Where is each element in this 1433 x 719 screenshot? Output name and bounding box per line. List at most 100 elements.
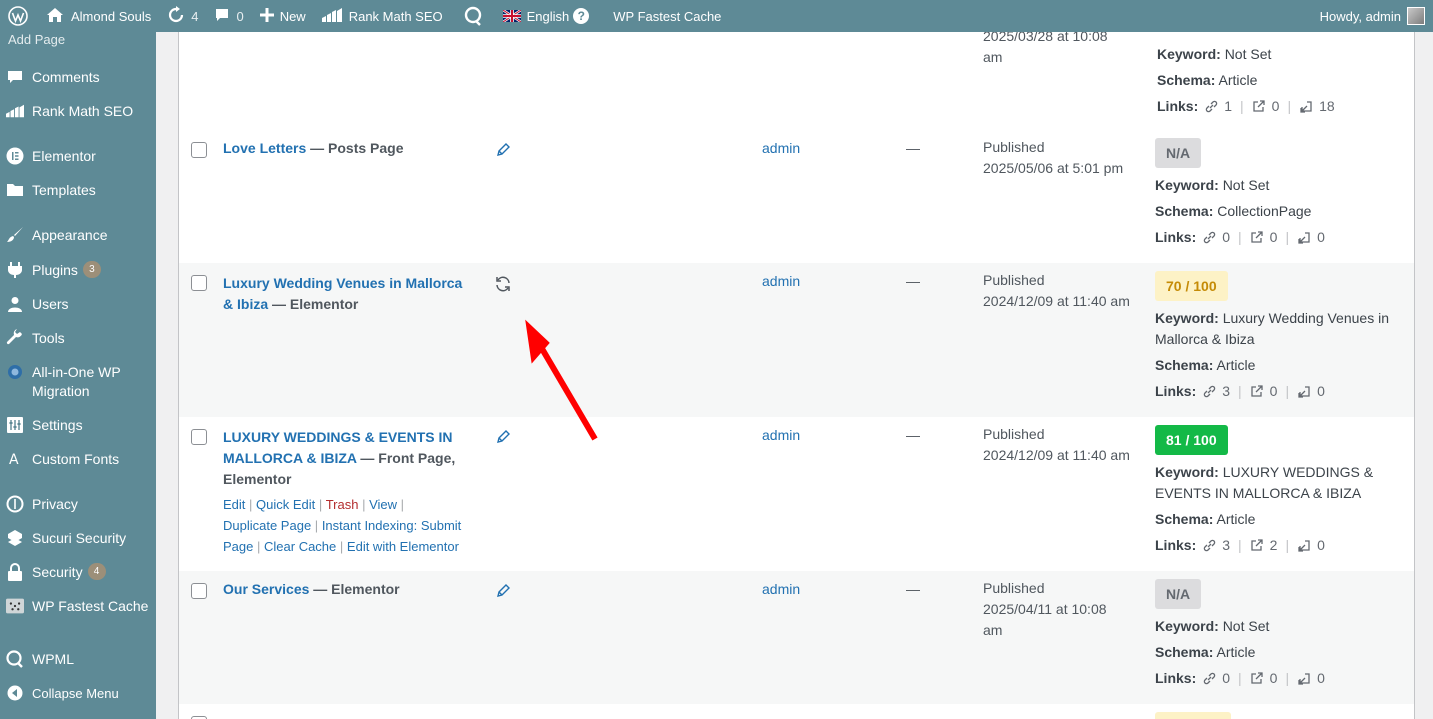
sidebar-item-rank-math-seo[interactable]: Rank Math SEO xyxy=(0,102,156,121)
pages-table: 2025/03/28 at 10:08 am Keyword: Not Set … xyxy=(178,32,1415,719)
edit-link[interactable]: Edit xyxy=(223,497,245,512)
sidebar-item-wpml[interactable]: WPML xyxy=(0,650,156,669)
main-content: 2025/03/28 at 10:08 am Keyword: Not Set … xyxy=(156,32,1433,719)
admin-bar: Almond Souls 4 0 New Rank Math SEO Engli… xyxy=(0,0,1433,32)
edit-with-elementor-link[interactable]: Edit with Elementor xyxy=(347,539,459,554)
pencil-icon[interactable] xyxy=(495,142,511,161)
sync-icon[interactable] xyxy=(494,275,512,296)
sidebar-item-label: Tools xyxy=(32,330,65,346)
links-label: Links: xyxy=(1155,229,1197,245)
row-checkbox[interactable] xyxy=(191,429,207,445)
view-link[interactable]: View xyxy=(369,497,397,512)
settings-icon xyxy=(6,416,24,434)
incoming-link-icon xyxy=(1297,231,1311,245)
page-state: — Elementor xyxy=(309,581,400,597)
sidebar-item-label: Users xyxy=(32,296,69,312)
external-link-icon xyxy=(1250,231,1264,245)
author-link[interactable]: admin xyxy=(762,140,800,156)
sidebar-item-collapse-menu[interactable]: Collapse Menu xyxy=(0,684,156,703)
language-switcher[interactable]: English ? xyxy=(495,0,598,32)
sidebar-item-label: Settings xyxy=(32,417,83,433)
page-title-link[interactable]: Love Letters xyxy=(223,140,306,156)
internal-link-icon xyxy=(1204,100,1218,114)
sidebar-item-label: Comments xyxy=(32,69,100,85)
wp-fastest-cache-link[interactable]: WP Fastest Cache xyxy=(605,0,729,32)
external-link-icon xyxy=(1252,100,1266,114)
author-link[interactable]: admin xyxy=(762,581,800,597)
seo-score-badge xyxy=(1155,712,1231,719)
internal-count: 1 xyxy=(1224,98,1233,114)
sidebar-item-label: Elementor xyxy=(32,148,96,164)
page-title-link[interactable]: LUXURY WEDDINGS & EVENTS IN xyxy=(223,427,483,448)
quick-edit-link[interactable]: Quick Edit xyxy=(256,497,315,512)
page-title-link[interactable]: Luxury Wedding Venues in Mallorca xyxy=(223,273,483,294)
page-title-link-cont[interactable]: MALLORCA & IBIZA xyxy=(223,450,357,466)
sidebar-item-wp-fastest-cache[interactable]: WP Fastest Cache xyxy=(0,597,156,616)
sidebar-item-users[interactable]: Users xyxy=(0,295,156,314)
schema-value: Article xyxy=(1216,357,1256,373)
author-link[interactable]: admin xyxy=(762,273,800,289)
page-title-link[interactable]: Our Services xyxy=(223,581,309,597)
author-link[interactable]: admin xyxy=(762,427,800,443)
sidebar-item-label: Privacy xyxy=(32,496,78,512)
new-label: New xyxy=(279,8,306,24)
sidebar-item-settings[interactable]: Settings xyxy=(0,416,156,435)
new-content-link[interactable]: New xyxy=(252,0,314,32)
sidebar-item-label: All-in-One WP Migration xyxy=(32,364,121,399)
rankmath-link[interactable]: Rank Math SEO xyxy=(314,0,451,32)
sidebar-item-comments[interactable]: Comments xyxy=(0,68,156,87)
sidebar-item-security[interactable]: Security 4 xyxy=(0,563,156,582)
sidebar-item-all-in-one-wp-migration[interactable]: All-in-One WP Migration xyxy=(0,363,156,401)
links-label: Links: xyxy=(1155,383,1197,399)
link-stats: Links: 3 | 0 | 0 xyxy=(1155,381,1407,402)
search-console-icon[interactable] xyxy=(451,0,495,32)
separator: | xyxy=(249,497,253,512)
site-name-link[interactable]: Almond Souls xyxy=(38,0,159,32)
pencil-icon[interactable] xyxy=(495,583,511,602)
page-state: — Posts Page xyxy=(306,140,404,156)
keyword-label: Keyword: xyxy=(1155,177,1219,193)
row-checkbox[interactable] xyxy=(191,142,207,158)
table-row: Love Letters — Posts Page admin — Publis… xyxy=(179,130,1414,263)
sidebar-item-privacy[interactable]: Privacy xyxy=(0,495,156,514)
sidebar-item-elementor[interactable]: Elementor xyxy=(0,147,156,166)
sidebar-item-plugins[interactable]: Plugins 3 xyxy=(0,261,156,280)
instant-indexing-link[interactable]: Instant Indexing: Submit xyxy=(322,518,461,533)
sidebar-item-label: Sucuri Security xyxy=(32,530,127,546)
comment-icon xyxy=(6,68,24,86)
links-label: Links: xyxy=(1157,98,1199,114)
schema-label: Schema: xyxy=(1155,357,1214,373)
my-account-link[interactable]: Howdy, admin xyxy=(1312,0,1433,32)
duplicate-page-link[interactable]: Duplicate Page xyxy=(223,518,311,533)
page-title-link-cont[interactable]: & Ibiza xyxy=(223,296,268,312)
external-link-icon xyxy=(1250,385,1264,399)
internal-link-icon xyxy=(1202,539,1216,553)
comments-link[interactable]: 0 xyxy=(206,0,251,32)
sidebar-item-sucuri-security[interactable]: Sucuri Security xyxy=(0,529,156,548)
separator: | xyxy=(257,539,261,554)
row-checkbox[interactable] xyxy=(191,583,207,599)
home-icon xyxy=(46,7,64,26)
submenu-add-page[interactable]: Add Page xyxy=(8,32,65,47)
sidebar-item-appearance[interactable]: Appearance xyxy=(0,226,156,245)
pencil-icon[interactable] xyxy=(495,429,511,448)
schema-value: CollectionPage xyxy=(1217,203,1312,219)
sidebar-item-custom-fonts[interactable]: A Custom Fonts xyxy=(0,450,156,469)
keyword-value: LUXURY WEDDINGS & xyxy=(1222,464,1374,480)
empty-column: — xyxy=(906,581,920,597)
trash-link[interactable]: Trash xyxy=(326,497,359,512)
internal-count: 0 xyxy=(1222,670,1231,686)
separator: | xyxy=(339,539,344,554)
date-value-cont: am xyxy=(983,622,1003,638)
sidebar-item-templates[interactable]: Templates xyxy=(0,181,156,200)
date-value: 2025/05/06 at 5:01 pm xyxy=(983,160,1124,176)
incoming-count: 0 xyxy=(1317,229,1325,245)
updates-link[interactable]: 4 xyxy=(159,0,206,32)
instant-indexing-link-cont[interactable]: Page xyxy=(223,539,253,554)
count-badge: 4 xyxy=(87,563,106,580)
wordpress-logo-icon[interactable] xyxy=(0,0,38,32)
cache-label: WP Fastest Cache xyxy=(613,8,722,24)
row-checkbox[interactable] xyxy=(191,275,207,291)
sidebar-item-tools[interactable]: Tools xyxy=(0,329,156,348)
clear-cache-link[interactable]: Clear Cache xyxy=(264,539,336,554)
